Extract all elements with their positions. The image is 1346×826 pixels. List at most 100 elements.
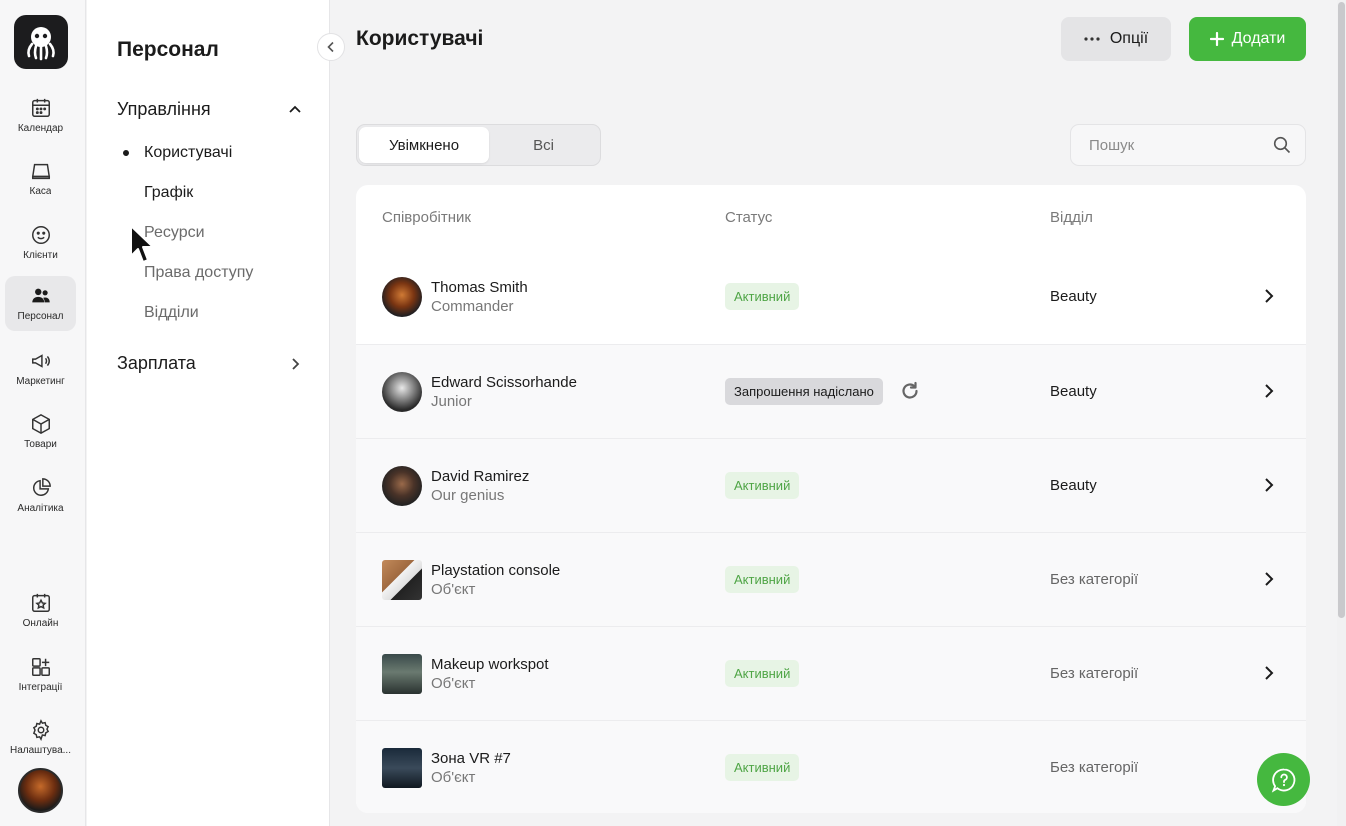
help-button[interactable] (1257, 753, 1310, 806)
rail-item-analytics[interactable]: Аналітика (5, 468, 76, 523)
avatar (382, 372, 422, 412)
status-badge: Активний (725, 283, 800, 310)
menu-group-salary[interactable]: Зарплата (117, 353, 302, 374)
status-badge: Запрошення надіслано (725, 378, 883, 405)
avatar (382, 466, 422, 506)
pie-chart-icon (32, 478, 51, 496)
row-name: Makeup workspot (431, 656, 549, 673)
tab-all[interactable]: Всі (489, 127, 598, 163)
mouse-cursor-icon (130, 225, 154, 263)
menu-item-schedule[interactable]: Графік (144, 184, 193, 202)
table-row[interactable]: David Ramirez Our genius Активний Beauty (356, 438, 1306, 532)
page-scrollbar[interactable] (1337, 0, 1346, 826)
row-department: Beauty (1050, 477, 1097, 494)
search-icon[interactable] (1273, 136, 1291, 154)
rail-item-marketing[interactable]: Маркетинг (5, 341, 76, 396)
cash-register-icon (31, 163, 50, 180)
chevron-right-icon (292, 357, 300, 370)
search-box (1070, 124, 1306, 166)
active-indicator-dot (123, 150, 129, 156)
add-label: Додати (1231, 30, 1286, 47)
row-name: Playstation console (431, 562, 561, 579)
smile-icon (31, 226, 50, 244)
row-department: Beauty (1050, 288, 1097, 305)
rail-label: Налаштува... (10, 745, 71, 756)
table-row[interactable]: Edward Scissorhande Junior Запрошення на… (356, 344, 1306, 438)
table-row[interactable]: Зона VR #7 Об'єкт Активний Без категорії (356, 720, 1306, 813)
chevron-right-icon[interactable] (1260, 287, 1278, 305)
rail-item-online[interactable]: Онлайн (5, 583, 76, 638)
avatar (382, 654, 422, 694)
box-icon (31, 413, 50, 435)
chevron-right-icon[interactable] (1260, 570, 1278, 588)
table-row[interactable]: Makeup workspot Об'єкт Активний Без кате… (356, 626, 1306, 720)
collapse-menu-button[interactable] (317, 33, 345, 61)
status-badge: Активний (725, 754, 800, 781)
column-header-department: Відділ (1050, 209, 1093, 226)
rail-item-calendar[interactable]: Календар (5, 88, 76, 143)
app-rail: Календар Каса Клієнти Персонал Маркетинг… (0, 0, 86, 826)
calendar-icon (31, 98, 50, 117)
megaphone-icon (31, 354, 50, 368)
rail-label: Календар (17, 123, 64, 134)
users-table: Співробітник Статус Відділ Thomas Smith … (356, 185, 1306, 813)
search-input[interactable] (1089, 136, 1259, 154)
rail-item-cash[interactable]: Каса (5, 151, 76, 206)
chevron-right-icon[interactable] (1260, 476, 1278, 494)
octopus-logo[interactable] (14, 15, 68, 69)
rail-label: Товари (24, 439, 57, 450)
column-header-employee: Співробітник (382, 209, 471, 226)
row-department: Без категорії (1050, 759, 1139, 776)
octopus-icon (27, 27, 55, 61)
options-button[interactable]: Опції (1061, 17, 1171, 61)
rail-item-goods[interactable]: Товари (5, 404, 76, 459)
row-role: Об'єкт (431, 769, 476, 786)
chevron-right-icon[interactable] (1260, 382, 1278, 400)
rail-item-staff[interactable]: Персонал (5, 276, 76, 331)
options-label: Опції (1109, 30, 1149, 47)
row-role: Commander (431, 298, 514, 315)
rail-label: Інтеграції (18, 682, 63, 693)
menu-item-users[interactable]: Користувачі (144, 144, 232, 162)
chevron-left-icon (327, 41, 334, 53)
menu-group-management[interactable]: Управління (117, 99, 302, 120)
scrollbar-thumb[interactable] (1338, 2, 1345, 618)
rail-label: Персонал (17, 311, 64, 322)
table-row[interactable]: Playstation console Об'єкт Активний Без … (356, 532, 1306, 626)
help-chat-icon (1271, 768, 1295, 793)
rail-item-settings[interactable]: Налаштува... (5, 710, 76, 765)
column-header-status: Статус (725, 209, 773, 226)
row-role: Junior (431, 393, 472, 410)
filter-tabs: Увімкнено Всі (356, 124, 601, 166)
grid-plus-icon (31, 658, 50, 676)
row-name: Thomas Smith (431, 279, 528, 296)
add-button[interactable]: Додати (1189, 17, 1306, 61)
avatar (382, 277, 422, 317)
rail-label: Онлайн (22, 618, 59, 629)
more-dots-icon (1084, 37, 1100, 41)
menu-group-label: Управління (117, 99, 211, 119)
rail-item-clients[interactable]: Клієнти (5, 215, 76, 270)
rail-item-integrations[interactable]: Інтеграції (5, 647, 76, 702)
menu-item-access-rights[interactable]: Права доступу (144, 264, 253, 282)
refresh-icon[interactable] (899, 380, 921, 402)
table-row[interactable]: Thomas Smith Commander Активний Beauty (356, 250, 1306, 344)
status-badge: Активний (725, 472, 800, 499)
avatar (382, 560, 422, 600)
rail-label: Аналітика (17, 503, 64, 514)
plus-icon (1209, 32, 1224, 46)
user-avatar[interactable] (18, 768, 63, 813)
rail-label: Каса (29, 186, 52, 197)
row-role: Our genius (431, 487, 505, 504)
chevron-right-icon[interactable] (1260, 664, 1278, 682)
menu-item-departments[interactable]: Відділи (144, 304, 199, 322)
tab-enabled[interactable]: Увімкнено (359, 127, 489, 163)
row-department: Без категорії (1050, 665, 1139, 682)
rail-label: Маркетинг (16, 376, 65, 387)
rail-label: Клієнти (23, 250, 58, 261)
star-calendar-icon (31, 593, 50, 612)
page-title: Користувачі (356, 27, 484, 50)
chevron-up-icon (289, 105, 301, 113)
section-menu: Персонал Управління Користувачі Графік Р… (87, 0, 330, 826)
gear-icon (32, 719, 49, 741)
